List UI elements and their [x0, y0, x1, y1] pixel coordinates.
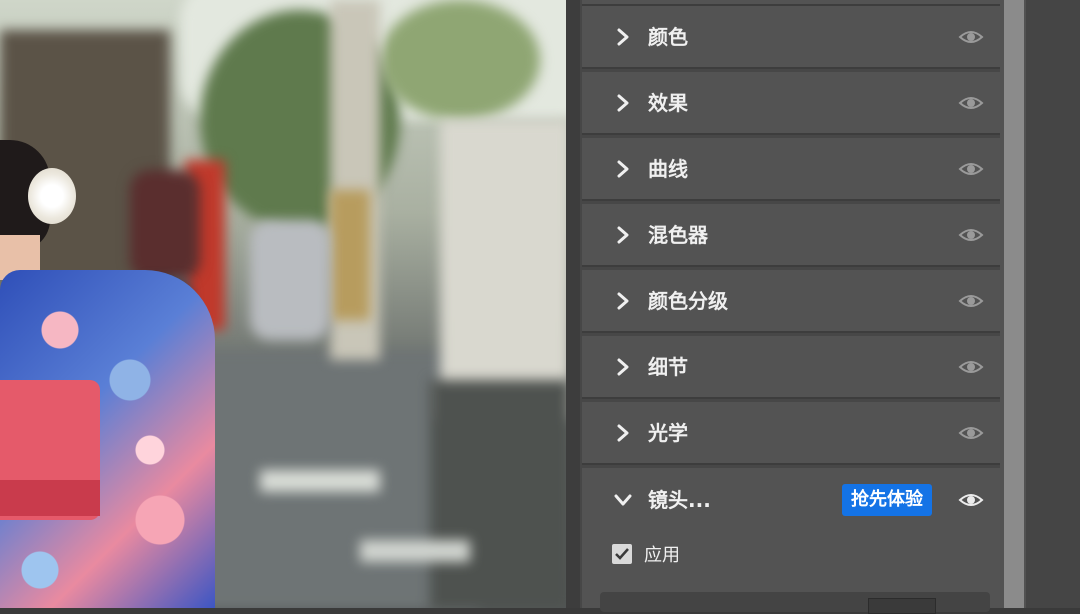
chevron-down-icon[interactable]	[612, 489, 634, 511]
section-label: 曲线	[648, 157, 688, 181]
section-label: 颜色分级	[648, 289, 728, 313]
apply-checkbox[interactable]	[612, 544, 632, 564]
photo-canvas[interactable]	[0, 0, 566, 608]
photo-hair-flower	[28, 168, 76, 224]
chevron-right-icon[interactable]	[612, 422, 634, 444]
lens-value-field[interactable]	[868, 598, 936, 614]
scrollbar-thumb[interactable]	[1004, 0, 1024, 608]
chevron-right-icon[interactable]	[612, 158, 634, 180]
chevron-right-icon[interactable]	[612, 26, 634, 48]
photo-road-marking	[260, 470, 380, 492]
section-label: 光学	[648, 421, 688, 445]
photo-distant-people	[250, 220, 330, 340]
section-label: 混色器	[648, 223, 708, 247]
right-toolbar-strip	[1026, 0, 1080, 608]
photo-obi-band	[0, 480, 100, 516]
photo-trees-2	[380, 0, 540, 120]
chevron-right-icon[interactable]	[612, 356, 634, 378]
section-label: 细节	[648, 355, 688, 379]
eye-icon[interactable]	[958, 158, 984, 180]
section-optics[interactable]: 光学	[582, 402, 1000, 465]
section-lens: 镜头... 抢先体验 应用	[582, 468, 1000, 614]
chevron-right-icon[interactable]	[612, 290, 634, 312]
photo-pole-base	[330, 190, 370, 320]
section-color[interactable]: 颜色	[582, 6, 1000, 69]
panel-edge	[566, 0, 580, 608]
photo-road-marking-2	[360, 540, 470, 562]
early-access-badge: 抢先体验	[842, 484, 932, 516]
photo-wall-shadow	[430, 380, 566, 608]
chevron-right-icon[interactable]	[612, 92, 634, 114]
section-detail[interactable]: 细节	[582, 336, 1000, 399]
section-curves[interactable]: 曲线	[582, 138, 1000, 201]
section-label: 颜色	[648, 25, 688, 49]
eye-icon[interactable]	[958, 422, 984, 444]
lens-control-row[interactable]	[600, 592, 990, 614]
eye-icon[interactable]	[958, 290, 984, 312]
chevron-right-icon[interactable]	[612, 224, 634, 246]
section-label: 镜头...	[648, 488, 711, 512]
eye-icon[interactable]	[958, 489, 984, 511]
eye-icon[interactable]	[958, 224, 984, 246]
eye-icon[interactable]	[958, 92, 984, 114]
checkmark-icon	[615, 548, 629, 560]
eye-icon[interactable]	[958, 26, 984, 48]
section-color-mixer[interactable]: 混色器	[582, 204, 1000, 267]
photo-wall	[440, 120, 566, 420]
section-color-grading[interactable]: 颜色分级	[582, 270, 1000, 333]
section-lens-header[interactable]: 镜头... 抢先体验	[582, 468, 1000, 532]
eye-icon[interactable]	[958, 356, 984, 378]
photo-walking-man	[130, 170, 200, 280]
apply-label: 应用	[644, 545, 680, 566]
apply-row: 应用	[612, 542, 680, 566]
section-label: 效果	[648, 91, 688, 115]
section-effects[interactable]: 效果	[582, 72, 1000, 135]
